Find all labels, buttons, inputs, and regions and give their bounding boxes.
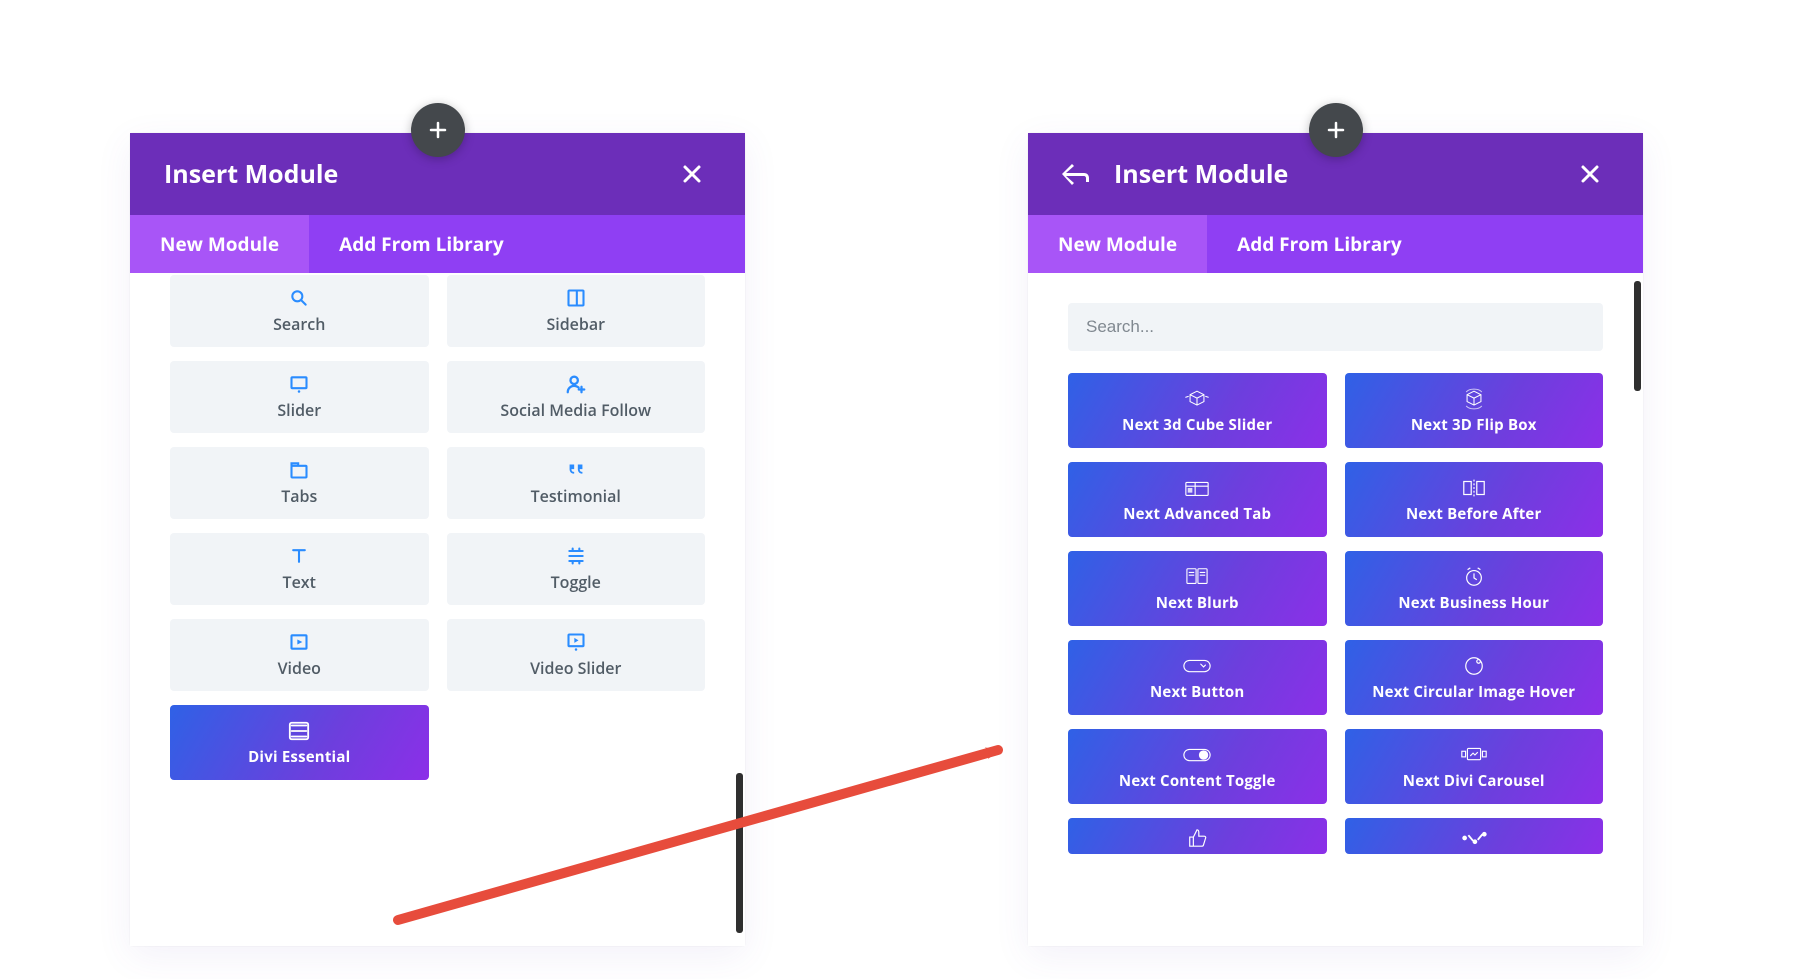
module-label: Divi Essential — [242, 747, 356, 767]
module-label: Next Advanced Tab — [1117, 504, 1277, 524]
panel-title: Insert Module — [1114, 157, 1571, 191]
tabs: New Module Add From Library — [1028, 215, 1643, 273]
module-label: Sidebar — [546, 313, 605, 335]
video-slider-icon — [565, 631, 587, 653]
search-icon — [288, 287, 310, 309]
text-icon — [288, 545, 310, 567]
module-label: Toggle — [551, 571, 601, 593]
module-tile-next-divi-carousel[interactable]: Next Divi Carousel — [1345, 729, 1604, 804]
panel-body: Next 3d Cube Slider Next 3D Flip Box Nex… — [1028, 273, 1643, 946]
carousel-icon — [1459, 743, 1489, 767]
module-label: Next 3D Flip Box — [1405, 415, 1543, 435]
add-section-button[interactable] — [1309, 103, 1363, 157]
module-label: Next 3d Cube Slider — [1116, 415, 1278, 435]
module-tile-video[interactable]: Video — [170, 619, 429, 691]
person-plus-icon — [565, 373, 587, 395]
clock-icon — [1462, 565, 1486, 589]
module-tile-social-media-follow[interactable]: Social Media Follow — [447, 361, 706, 433]
button-icon — [1182, 654, 1212, 678]
video-icon — [288, 631, 310, 653]
blurb-icon — [1184, 565, 1210, 589]
module-label: Video — [278, 657, 321, 679]
module-tile-next-business-hour[interactable]: Next Business Hour — [1345, 551, 1604, 626]
tab-add-from-library[interactable]: Add From Library — [309, 215, 534, 273]
panel-body: Post Title Pricing Tables Search Sidebar — [130, 273, 745, 946]
module-tile-next-advanced-tab[interactable]: Next Advanced Tab — [1068, 462, 1327, 537]
back-button[interactable] — [1062, 162, 1090, 186]
module-label: Next Circular Image Hover — [1366, 682, 1581, 702]
module-tile-testimonial[interactable]: Testimonial — [447, 447, 706, 519]
module-tile-cut-right[interactable] — [1345, 818, 1604, 854]
toggle-icon — [565, 545, 587, 567]
module-label: Testimonial — [531, 485, 621, 507]
tabs: New Module Add From Library — [130, 215, 745, 273]
sidebar-icon — [565, 287, 587, 309]
right-insert-module-panel: Insert Module New Module Add From Librar… — [1028, 133, 1643, 946]
tabs-icon — [288, 459, 310, 481]
module-tile-next-button[interactable]: Next Button — [1068, 640, 1327, 715]
close-button[interactable] — [1571, 155, 1609, 193]
add-section-button[interactable] — [411, 103, 465, 157]
switch-icon — [1182, 743, 1212, 767]
search-input[interactable] — [1068, 303, 1603, 351]
module-label: Next Divi Carousel — [1397, 771, 1551, 791]
module-tile-text[interactable]: Text — [170, 533, 429, 605]
close-button[interactable] — [673, 155, 711, 193]
module-tile-next-content-toggle[interactable]: Next Content Toggle — [1068, 729, 1327, 804]
module-label: Next Button — [1144, 682, 1250, 702]
module-label: Search — [273, 313, 325, 335]
module-tile-sidebar[interactable]: Sidebar — [447, 275, 706, 347]
module-tile-divi-essential[interactable]: Divi Essential — [170, 705, 429, 780]
panel-title: Insert Module — [164, 157, 673, 191]
divi-essential-icon — [288, 719, 310, 743]
module-tile-next-blurb[interactable]: Next Blurb — [1068, 551, 1327, 626]
module-label: Text — [283, 571, 316, 593]
dots-line-icon — [1459, 826, 1489, 850]
before-after-icon — [1461, 476, 1487, 500]
scrollbar-thumb[interactable] — [736, 773, 743, 933]
adv-tab-icon — [1184, 476, 1210, 500]
module-tile-next-before-after[interactable]: Next Before After — [1345, 462, 1604, 537]
module-tile-next-3d-flip-box[interactable]: Next 3D Flip Box — [1345, 373, 1604, 448]
slider-icon — [288, 373, 310, 395]
module-label: Social Media Follow — [500, 399, 651, 421]
module-tile-slider[interactable]: Slider — [170, 361, 429, 433]
module-tile-cut-left[interactable] — [1068, 818, 1327, 854]
module-label: Next Blurb — [1150, 593, 1245, 613]
quote-icon — [565, 459, 587, 481]
cube-r-icon — [1461, 387, 1487, 411]
module-tile-video-slider[interactable]: Video Slider — [447, 619, 706, 691]
module-label: Next Business Hour — [1392, 593, 1555, 613]
module-label: Video Slider — [530, 657, 621, 679]
module-label: Tabs — [281, 485, 317, 507]
tab-new-module[interactable]: New Module — [130, 215, 309, 273]
left-insert-module-panel: Insert Module New Module Add From Librar… — [130, 133, 745, 946]
module-tile-toggle[interactable]: Toggle — [447, 533, 706, 605]
thumb-up-icon — [1186, 826, 1208, 850]
module-tile-tabs[interactable]: Tabs — [170, 447, 429, 519]
circle-icon — [1463, 654, 1485, 678]
cube-l-icon — [1184, 387, 1210, 411]
module-label: Next Content Toggle — [1113, 771, 1282, 791]
module-tile-next-3d-cube-slider[interactable]: Next 3d Cube Slider — [1068, 373, 1327, 448]
tab-add-from-library[interactable]: Add From Library — [1207, 215, 1432, 273]
module-label: Next Before After — [1400, 504, 1548, 524]
scrollbar-thumb[interactable] — [1634, 281, 1641, 391]
module-tile-next-circular-image-hover[interactable]: Next Circular Image Hover — [1345, 640, 1604, 715]
tab-new-module[interactable]: New Module — [1028, 215, 1207, 273]
module-label: Slider — [277, 399, 321, 421]
module-tile-search[interactable]: Search — [170, 275, 429, 347]
